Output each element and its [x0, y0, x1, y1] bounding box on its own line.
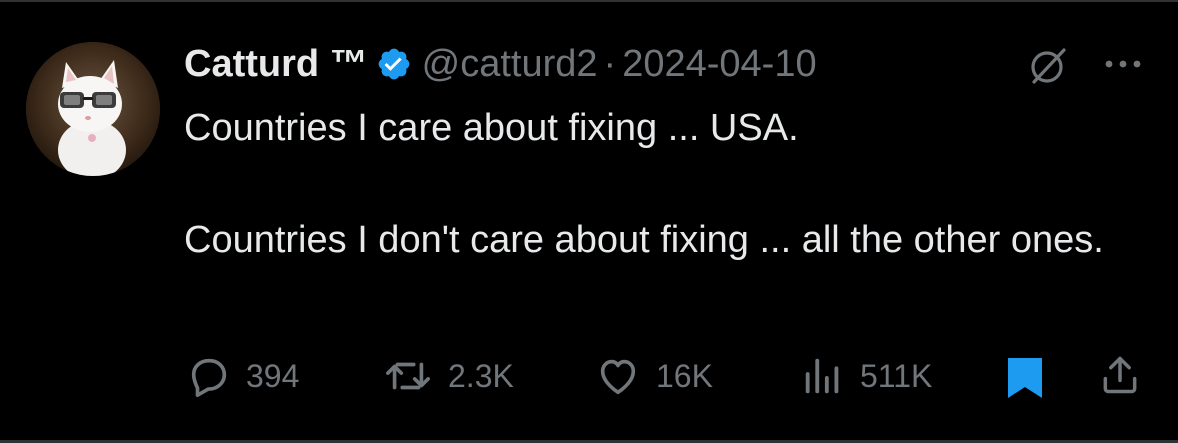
views-bar-icon — [805, 358, 839, 394]
tweet-header: Catturd ™ @catturd2 · 2024-04-10 — [184, 40, 817, 88]
retweet-icon — [386, 362, 430, 390]
retweet-button[interactable]: 2.3K — [382, 350, 514, 402]
tweet-text-line: Countries I don't care about fixing ... … — [184, 219, 1104, 261]
bookmark-icon[interactable] — [1004, 356, 1046, 400]
retweet-count: 2.3K — [448, 357, 514, 394]
reply-button[interactable]: 394 — [186, 350, 299, 402]
view-count: 511K — [860, 357, 933, 394]
more-dots-icon[interactable] — [1100, 50, 1146, 78]
verified-badge-icon — [376, 46, 412, 82]
share-icon[interactable] — [1098, 352, 1142, 398]
grok-icon[interactable] — [1026, 44, 1070, 88]
display-name[interactable]: Catturd ™ — [184, 43, 368, 86]
handle[interactable]: @catturd2 — [422, 43, 598, 86]
tweet-text: Countries I care about fixing ... USA. C… — [184, 100, 1144, 268]
avatar-image — [26, 42, 160, 176]
avatar[interactable] — [26, 42, 160, 176]
reply-bubble-icon — [191, 358, 227, 397]
heart-icon — [600, 359, 636, 395]
tweet-text-line: Countries I care about fixing ... USA. — [184, 107, 799, 149]
separator-dot: · — [603, 42, 617, 85]
tweet-date[interactable]: 2024-04-10 — [622, 43, 816, 86]
top-divider — [0, 0, 1178, 2]
like-button[interactable]: 16K — [594, 350, 713, 402]
like-count: 16K — [656, 357, 713, 394]
reply-count: 394 — [246, 357, 300, 394]
views-button[interactable]: 511K — [800, 350, 932, 402]
